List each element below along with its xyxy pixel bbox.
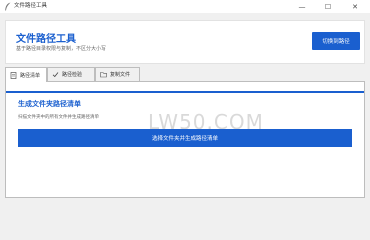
minimize-icon: — xyxy=(298,2,306,11)
select-folder-button[interactable]: 选择文件夹并生成路径清单 xyxy=(18,129,352,147)
tab-path-list[interactable]: 路径清单 xyxy=(5,67,47,82)
accent-divider xyxy=(6,91,364,93)
feather-icon xyxy=(5,2,11,11)
tab-panel: 生成文件夹路径清单 扫描文件夹中的所有文件并生成路径清单 LW50.COM 选择… xyxy=(5,81,365,198)
page-subtitle: 基于路径目录权限与复制，不区分大小写 xyxy=(16,46,107,52)
checkmark-icon xyxy=(52,72,59,78)
close-icon: ✕ xyxy=(352,2,358,11)
tab-bar: 路径清单 路径检验 复制文件 xyxy=(5,67,365,82)
folder-icon xyxy=(100,72,107,78)
maximize-icon: ☐ xyxy=(324,2,332,11)
minimize-button[interactable]: — xyxy=(292,0,312,13)
maximize-button[interactable]: ☐ xyxy=(318,0,338,13)
tab-label: 路径检验 xyxy=(62,72,83,78)
page-title: 文件路径工具 xyxy=(16,34,76,45)
window-title: 文件路径工具 xyxy=(14,3,48,9)
header-card: 文件路径工具 基于路径目录权限与复制，不区分大小写 切换到路径 xyxy=(5,20,365,64)
close-button[interactable]: ✕ xyxy=(345,0,365,13)
switch-mode-button[interactable]: 切换到路径 xyxy=(312,32,360,50)
tab-copy-files[interactable]: 复制文件 xyxy=(95,67,140,81)
title-bar: 文件路径工具 — ☐ ✕ xyxy=(0,0,370,13)
section-description: 扫描文件夹中的所有文件并生成路径清单 xyxy=(18,115,99,120)
tab-label: 复制文件 xyxy=(110,72,131,78)
tab-path-check[interactable]: 路径检验 xyxy=(47,67,95,81)
document-icon xyxy=(10,71,17,79)
tab-label: 路径清单 xyxy=(20,72,41,79)
section-title: 生成文件夹路径清单 xyxy=(18,100,81,108)
